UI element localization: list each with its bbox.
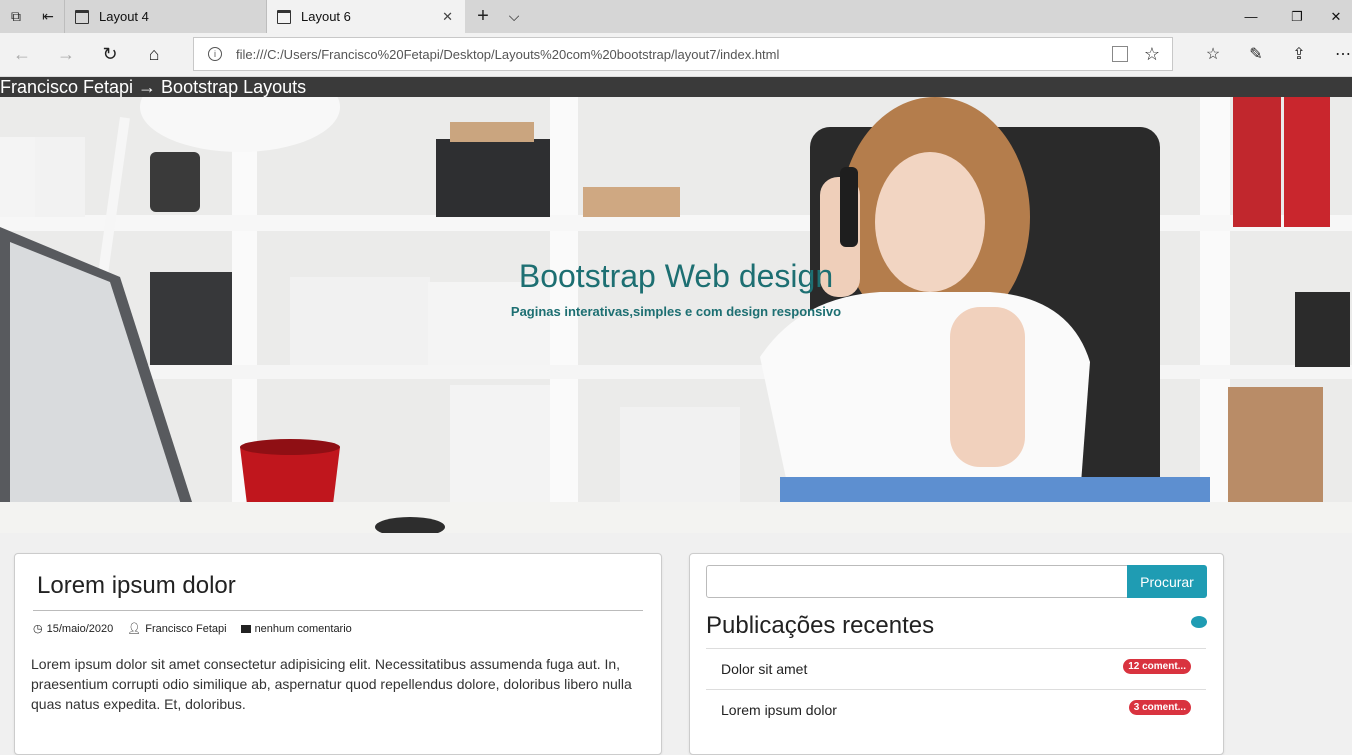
url-text[interactable]: file:///C:/Users/Francisco%20Fetapi/Desk… — [236, 47, 779, 62]
address-bar[interactable]: i file:///C:/Users/Francisco%20Fetapi/De… — [193, 37, 1173, 71]
back-icon[interactable]: ← — [7, 39, 37, 69]
close-tab-icon[interactable]: ✕ — [442, 9, 453, 25]
minimize-icon[interactable]: — — [1228, 0, 1274, 33]
post-date-text: 15/maio/2020 — [46, 622, 114, 635]
post-date: ◷ 15/maio/2020 — [33, 622, 114, 636]
hero-banner: Francisco Fetapi → Bootstrap Layouts Boo… — [0, 77, 1352, 533]
tab-list-chevron-icon[interactable]: ⌵ — [498, 0, 530, 33]
recent-posts-list: Dolor sit amet 12 coment... Lorem ipsum … — [706, 648, 1206, 730]
comment-count-badge: 3 coment... — [1128, 700, 1191, 715]
tab-label: Layout 6 — [301, 9, 351, 24]
tab-layout-6[interactable]: Layout 6 ✕ — [267, 0, 465, 33]
tab-layout-4[interactable]: Layout 4 — [64, 0, 267, 33]
user-icon: 👤︎ — [127, 623, 142, 635]
post-author-text: Francisco Fetapi — [145, 622, 227, 635]
post-meta: ◷ 15/maio/2020 👤︎ Francisco Fetapi nenhu… — [33, 622, 352, 636]
post-comments-text: nenhum comentario — [254, 622, 352, 635]
post-body: Lorem ipsum dolor sit amet consectetur a… — [31, 656, 632, 712]
tab-set-aside-icon[interactable]: ⧉ — [0, 0, 32, 33]
refresh-icon[interactable]: ↻ — [95, 39, 125, 69]
comment-count-badge: 12 coment... — [1123, 659, 1191, 674]
close-window-icon[interactable]: ✕ — [1320, 0, 1352, 33]
page-icon — [277, 9, 291, 24]
tab-strip: ⧉ ⇤ Layout 4 Layout 6 ✕ + ⌵ — ❐ ✕ — [0, 0, 1352, 33]
tab-preview-icon[interactable]: ⇤ — [32, 0, 64, 33]
page-icon — [75, 9, 89, 24]
favorites-hub-icon[interactable]: ☆ — [1198, 39, 1228, 69]
favorite-star-icon[interactable]: ☆ — [1144, 44, 1160, 65]
navbar-brand[interactable]: Francisco Fetapi → Bootstrap Layouts — [0, 77, 306, 97]
hero-subtitle: Paginas interativas,simples e com design… — [510, 304, 842, 319]
search-button[interactable]: Procurar — [1127, 565, 1207, 598]
site-info-icon[interactable]: i — [208, 47, 222, 61]
restore-icon[interactable]: ❐ — [1274, 0, 1320, 33]
reading-view-icon[interactable] — [1112, 46, 1128, 62]
site-navbar: Francisco Fetapi → Bootstrap Layouts — [0, 77, 1352, 97]
address-toolbar: ← → ↻ ⌂ i file:///C:/Users/Francisco%20F… — [0, 33, 1352, 77]
list-item[interactable]: Lorem ipsum dolor 3 coment... — [706, 689, 1206, 730]
tab-label: Layout 4 — [99, 9, 149, 24]
divider — [33, 610, 643, 611]
hero-title: Bootstrap Web design — [518, 258, 834, 294]
forward-icon[interactable]: → — [51, 39, 81, 69]
list-item[interactable]: Dolor sit amet 12 coment... — [706, 648, 1206, 689]
home-icon[interactable]: ⌂ — [139, 39, 169, 69]
post-author: 👤︎ Francisco Fetapi — [127, 622, 227, 636]
recent-posts-title: Publicações recentes — [706, 612, 935, 639]
list-item-label[interactable]: Lorem ipsum dolor — [721, 702, 837, 718]
post-comments: nenhum comentario — [240, 622, 352, 635]
post-title: Lorem ipsum dolor — [37, 572, 236, 599]
comment-bubble-icon — [1191, 616, 1207, 628]
search-input[interactable] — [706, 565, 1128, 598]
new-tab-icon[interactable]: + — [467, 0, 499, 33]
list-item-label[interactable]: Dolor sit amet — [721, 661, 807, 677]
more-menu-icon[interactable]: ⋯ — [1328, 39, 1352, 69]
pen-icon[interactable]: ✎ — [1241, 39, 1271, 69]
clock-icon: ◷ — [33, 623, 43, 635]
comment-icon — [240, 624, 251, 633]
share-icon[interactable]: ⇪ — [1284, 39, 1314, 69]
